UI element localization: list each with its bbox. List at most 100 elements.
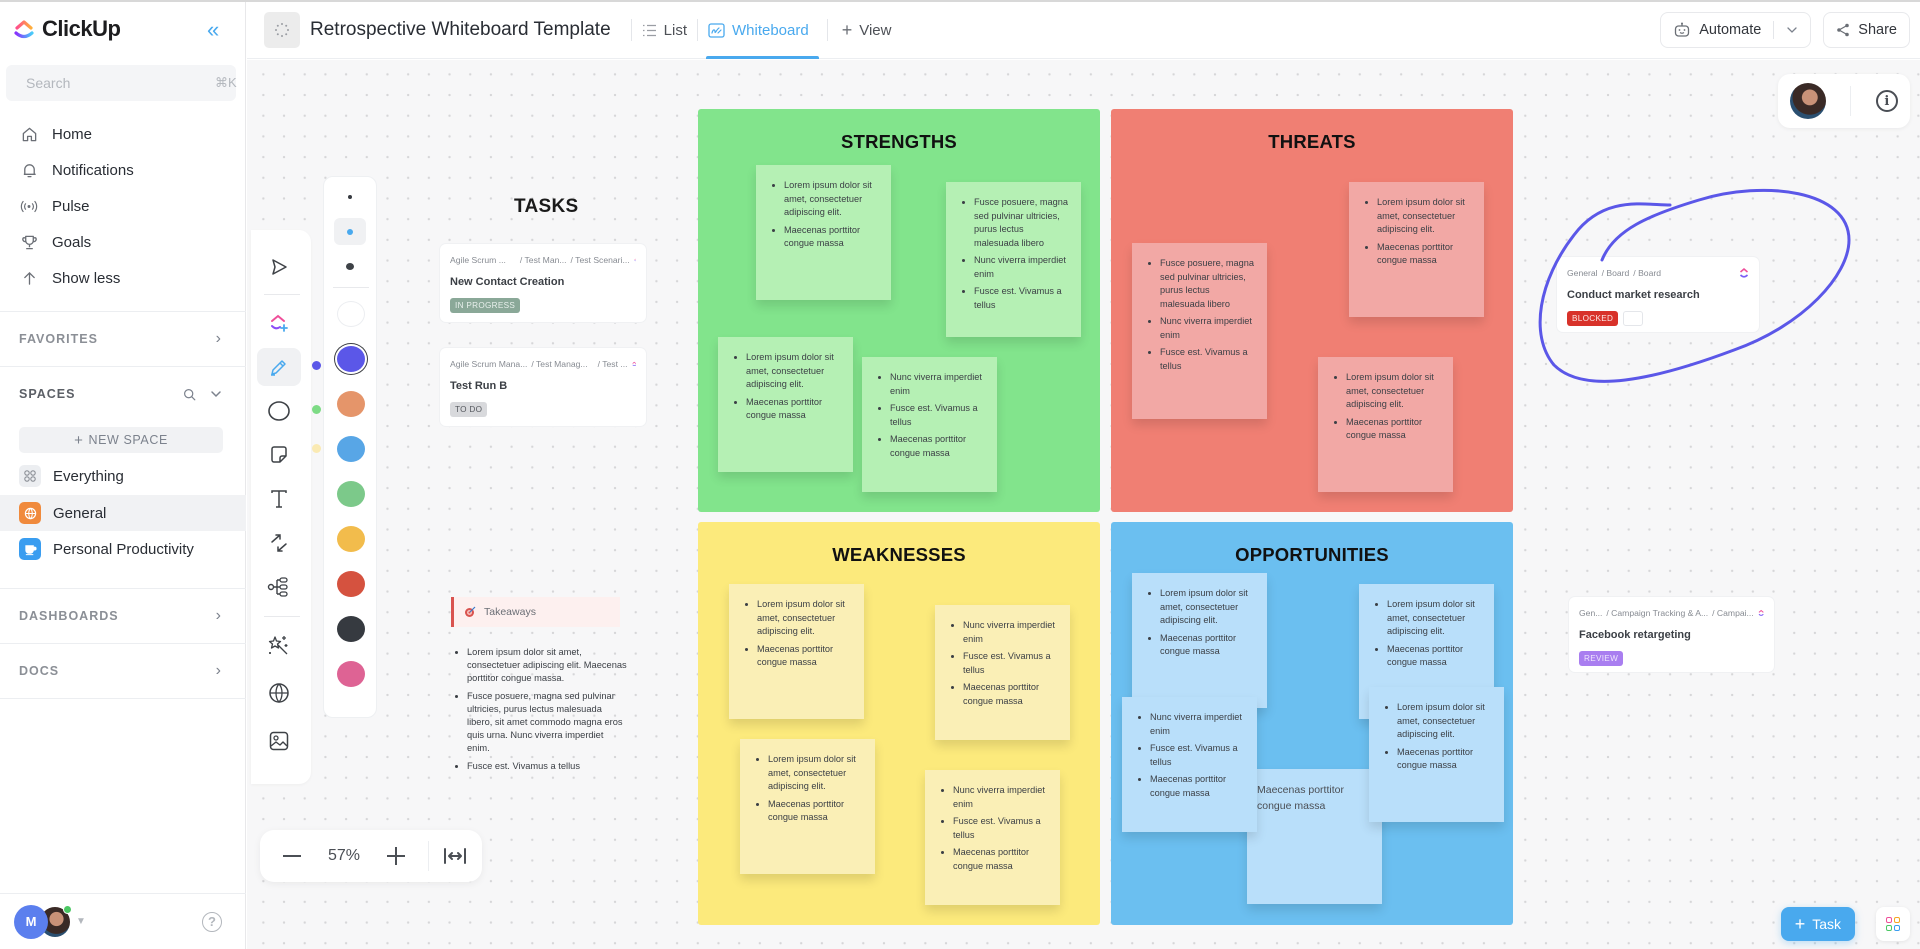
text-tool[interactable] <box>257 480 301 518</box>
breadcrumb-item[interactable]: General <box>1567 268 1598 278</box>
breadcrumb-item[interactable]: / Test Manag... <box>531 359 587 369</box>
sticky-note[interactable]: Lorem ipsum dolor sit amet, consectetuer… <box>729 584 864 719</box>
chevron-down-icon[interactable] <box>210 388 222 400</box>
chevron-down-icon[interactable] <box>1786 24 1798 36</box>
color-swatch-orange[interactable] <box>337 391 365 417</box>
quadrant-opportunities[interactable]: OPPORTUNITIES Lorem ipsum dolor sit amet… <box>1111 522 1513 925</box>
color-swatch-green[interactable] <box>337 481 365 507</box>
add-view-button[interactable]: + View <box>828 2 902 59</box>
status-badge[interactable]: REVIEW <box>1579 651 1624 666</box>
sticky-note[interactable]: Lorem ipsum dolor sit amet, consectetuer… <box>718 337 853 472</box>
space-item-everything[interactable]: Everything <box>0 458 246 494</box>
tab-whiteboard[interactable]: Whiteboard <box>698 2 827 59</box>
mindmap-tool[interactable] <box>257 568 301 606</box>
task-card[interactable]: Agile Scrum ... / Test Man... / Test Sce… <box>440 244 646 322</box>
caret-down-icon[interactable]: ▼ <box>76 916 86 927</box>
apps-button[interactable] <box>1876 907 1910 941</box>
takeaways-callout[interactable]: Takeaways <box>451 597 620 627</box>
breadcrumb-item[interactable]: Agile Scrum Mana... <box>450 359 527 369</box>
sticky-note[interactable]: Lorem ipsum dolor sit amet, consectetuer… <box>740 739 875 874</box>
space-item-personal-productivity[interactable]: Personal Productivity <box>0 531 246 567</box>
sticky-note[interactable]: Nunc viverra imperdiet enim Fusce est. Vi… <box>935 605 1070 740</box>
quadrant-threats[interactable]: THREATS Fusce posuere, magna sed pulvina… <box>1111 109 1513 512</box>
nav-item-show-less[interactable]: Show less <box>0 260 246 296</box>
breadcrumb-item[interactable]: / Campai... <box>1712 608 1754 618</box>
help-icon[interactable]: ? <box>202 911 222 932</box>
spaces-header[interactable]: SPACES <box>0 367 246 421</box>
connector-tool[interactable] <box>257 524 301 562</box>
tab-list[interactable]: List <box>632 2 697 59</box>
sticky-note[interactable]: Maecenas porttitor congue massa <box>1247 769 1382 904</box>
takeaways-list[interactable]: Lorem ipsum dolor sit amet, consectetuer… <box>457 646 627 778</box>
add-task-button[interactable]: + Task <box>1780 907 1855 941</box>
sticky-note-tool[interactable] <box>257 436 301 474</box>
collapse-sidebar-icon[interactable]: « <box>207 19 219 41</box>
quadrant-weaknesses[interactable]: WEAKNESSES Lorem ipsum dolor sit amet, c… <box>698 522 1100 925</box>
sticky-note[interactable]: Nunc viverra imperdiet enim Fusce est. Vi… <box>862 357 997 492</box>
sticky-note[interactable]: Nunc viverra imperdiet enim Fusce est. Vi… <box>1122 697 1257 832</box>
new-space-button[interactable]: + NEW SPACE <box>19 427 223 453</box>
image-tool[interactable] <box>257 722 301 760</box>
breadcrumb-item[interactable]: / Campaign Tracking & A... <box>1606 608 1708 618</box>
search-spaces-icon[interactable] <box>183 388 196 401</box>
sticky-note[interactable]: Nunc viverra imperdiet enim Fusce est. Vi… <box>925 770 1060 905</box>
select-tool[interactable] <box>257 248 301 286</box>
collaborator-avatar[interactable] <box>1790 83 1827 119</box>
clickup-add-tool[interactable] <box>257 304 301 342</box>
quadrant-strengths[interactable]: STRENGTHS Lorem ipsum dolor sit amet, co… <box>698 109 1100 512</box>
sticky-note[interactable]: Fusce posuere, magna sed pulvinar ultric… <box>946 182 1081 337</box>
ai-tool[interactable] <box>257 626 301 664</box>
favorites-header[interactable]: FAVORITES › <box>0 312 246 366</box>
breadcrumb-item[interactable]: Gen... <box>1579 608 1602 618</box>
breadcrumb-item[interactable]: / Test Man... <box>520 255 567 265</box>
zoom-out-button[interactable] <box>266 830 318 882</box>
whiteboard-canvas[interactable]: i 57% TASKS Agile Scrum ... / Test Man..… <box>247 60 1920 949</box>
search-bar[interactable]: ⌘K <box>6 65 237 101</box>
search-input[interactable] <box>26 75 207 91</box>
stroke-size-small[interactable] <box>334 183 366 210</box>
zoom-in-button[interactable] <box>370 830 422 882</box>
empty-field-placeholder[interactable] <box>1623 311 1644 326</box>
share-button[interactable]: Share <box>1823 12 1910 48</box>
docs-header[interactable]: DOCS › <box>0 644 246 698</box>
web-embed-tool[interactable] <box>257 674 301 712</box>
shape-tool[interactable] <box>257 392 301 430</box>
dashboards-header[interactable]: DASHBOARDS › <box>0 589 246 643</box>
task-card[interactable]: General / Board / Board Conduct market r… <box>1557 257 1759 332</box>
color-swatch-black[interactable] <box>337 616 365 642</box>
status-badge[interactable]: BLOCKED <box>1567 311 1619 326</box>
sticky-note[interactable]: Lorem ipsum dolor sit amet, consectetuer… <box>756 165 891 300</box>
nav-item-goals[interactable]: Goals <box>0 224 246 260</box>
sticky-note[interactable]: Lorem ipsum dolor sit amet, consectetuer… <box>1132 573 1267 708</box>
color-swatch-blue[interactable] <box>337 436 365 462</box>
clickup-logo[interactable]: ClickUp <box>12 16 121 42</box>
info-icon[interactable]: i <box>1875 90 1898 112</box>
sticky-note[interactable]: Fusce posuere, magna sed pulvinar ultric… <box>1132 243 1267 419</box>
stroke-size-large[interactable] <box>334 253 366 280</box>
breadcrumb-item[interactable]: / Test ... <box>598 359 628 369</box>
fit-to-screen-button[interactable] <box>429 848 481 864</box>
nav-item-pulse[interactable]: Pulse <box>0 188 246 224</box>
automate-button[interactable]: Automate <box>1660 12 1812 48</box>
sticky-note[interactable]: Lorem ipsum dolor sit amet, consectetuer… <box>1369 687 1504 822</box>
color-swatch-yellow[interactable] <box>337 526 365 552</box>
breadcrumb-item[interactable]: / Board <box>1602 268 1630 278</box>
color-swatch-pink[interactable] <box>337 661 365 687</box>
stroke-size-medium[interactable] <box>334 218 366 245</box>
sticky-note[interactable]: Lorem ipsum dolor sit amet, consectetuer… <box>1349 182 1484 317</box>
nav-item-notifications[interactable]: Notifications <box>0 152 246 188</box>
breadcrumb-item[interactable]: Agile Scrum ... <box>450 255 506 265</box>
task-card[interactable]: Gen... / Campaign Tracking & A... / Camp… <box>1569 597 1774 672</box>
sticky-note[interactable]: Lorem ipsum dolor sit amet, consectetuer… <box>1318 357 1453 492</box>
color-swatch-purple[interactable] <box>337 346 365 372</box>
breadcrumb-item[interactable]: / Test Scenari... <box>571 255 630 265</box>
space-item-general[interactable]: General <box>0 495 246 531</box>
color-swatch-white[interactable] <box>337 301 365 327</box>
workspace-avatar[interactable]: M <box>14 904 48 939</box>
breadcrumb-item[interactable]: / Board <box>1633 268 1661 278</box>
color-swatch-red[interactable] <box>337 571 365 597</box>
status-badge[interactable]: TO DO <box>450 402 488 417</box>
page-icon[interactable] <box>264 12 300 48</box>
nav-item-home[interactable]: Home <box>0 116 246 152</box>
pen-tool[interactable] <box>257 348 301 386</box>
